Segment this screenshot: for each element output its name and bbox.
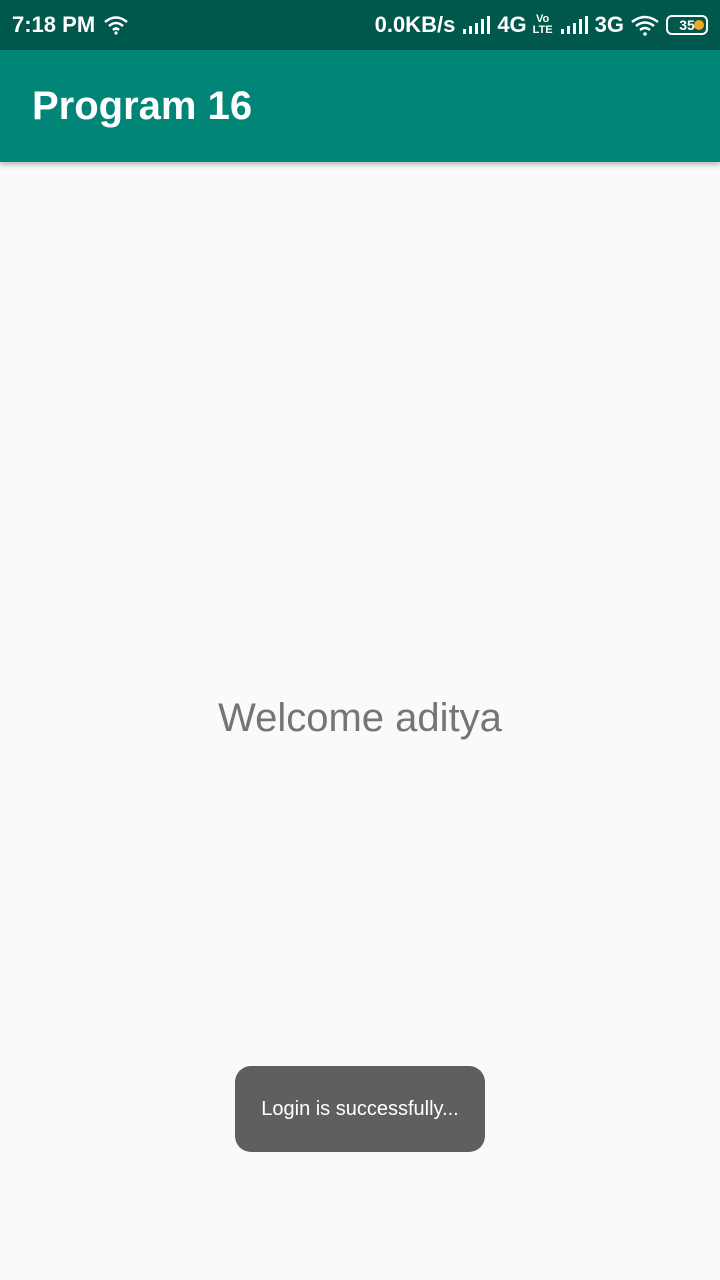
status-right: 0.0KB/s 4G Vo LTE 3G 35 — [375, 12, 708, 38]
status-left: 7:18 PM — [12, 12, 129, 38]
volte-bottom: LTE — [532, 24, 553, 36]
battery-icon: 35 — [666, 15, 708, 35]
network-4g: 4G — [497, 12, 527, 37]
wifi-icon — [103, 15, 129, 35]
data-rate: 0.0KB/s — [374, 12, 456, 37]
toast-message: Login is successfully... — [235, 1066, 485, 1152]
status-time: 7:18 PM — [12, 12, 96, 37]
signal-icon — [461, 15, 491, 35]
wifi-icon — [630, 14, 660, 36]
app-bar: Program 16 — [0, 50, 720, 162]
signal-icon — [559, 15, 589, 35]
app-title: Program 16 — [32, 83, 253, 128]
volte-indicator: Vo LTE — [533, 14, 553, 36]
status-bar: 7:18 PM 0.0KB/s 4G Vo LTE 3G 35 — [0, 0, 720, 50]
network-3g: 3G — [594, 12, 624, 37]
battery-level: 35 — [679, 17, 695, 33]
welcome-text: Welcome aditya — [218, 696, 502, 740]
battery-charging-dot — [694, 20, 704, 30]
